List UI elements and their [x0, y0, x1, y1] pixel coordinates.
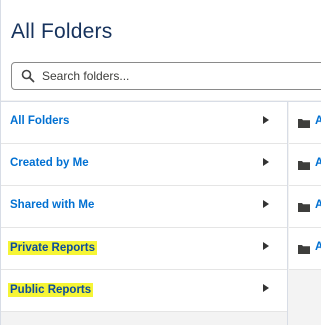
folder-row[interactable]: A: [289, 228, 321, 270]
nav-item-shared-with-me[interactable]: Shared with Me: [1, 186, 287, 228]
nav-item-label: Shared with Me: [10, 199, 95, 211]
page-title: All Folders: [11, 20, 113, 43]
folder-icon: [298, 119, 310, 128]
nav-item-all-folders[interactable]: All Folders: [1, 102, 287, 144]
folder-icon: [298, 161, 310, 170]
folders-panel: All Folders All Folders Created by Me Sh…: [0, 0, 321, 325]
nav-item-label: Created by Me: [10, 157, 89, 169]
search-box[interactable]: [11, 62, 321, 90]
chevron-right-icon: [263, 158, 269, 166]
folder-name: A: [315, 199, 321, 211]
search-input[interactable]: [42, 67, 321, 85]
nav-footer: [1, 312, 287, 325]
folder-row[interactable]: A: [289, 102, 321, 144]
folder-name: A: [315, 157, 321, 169]
chevron-right-icon: [263, 242, 269, 250]
chevron-right-icon: [263, 116, 269, 124]
nav-item-label: Public Reports: [8, 283, 94, 297]
folder-icon: [298, 203, 310, 212]
folder-row[interactable]: A: [289, 186, 321, 228]
nav-item-label: All Folders: [10, 115, 70, 127]
nav-item-private-reports[interactable]: Private Reports: [1, 228, 287, 270]
folder-nav: All Folders Created by Me Shared with Me…: [1, 102, 288, 325]
nav-item-label: Private Reports: [8, 241, 98, 255]
chevron-right-icon: [263, 200, 269, 208]
folder-name: A: [315, 115, 321, 127]
chevron-right-icon: [263, 284, 269, 292]
folder-list: A A A A: [289, 102, 321, 325]
folder-row[interactable]: A: [289, 144, 321, 186]
nav-item-public-reports[interactable]: Public Reports: [1, 270, 287, 312]
nav-item-created-by-me[interactable]: Created by Me: [1, 144, 287, 186]
panel-header: All Folders: [1, 0, 321, 100]
search-icon: [21, 69, 35, 83]
folder-icon: [298, 245, 310, 254]
folder-name: A: [315, 241, 321, 253]
